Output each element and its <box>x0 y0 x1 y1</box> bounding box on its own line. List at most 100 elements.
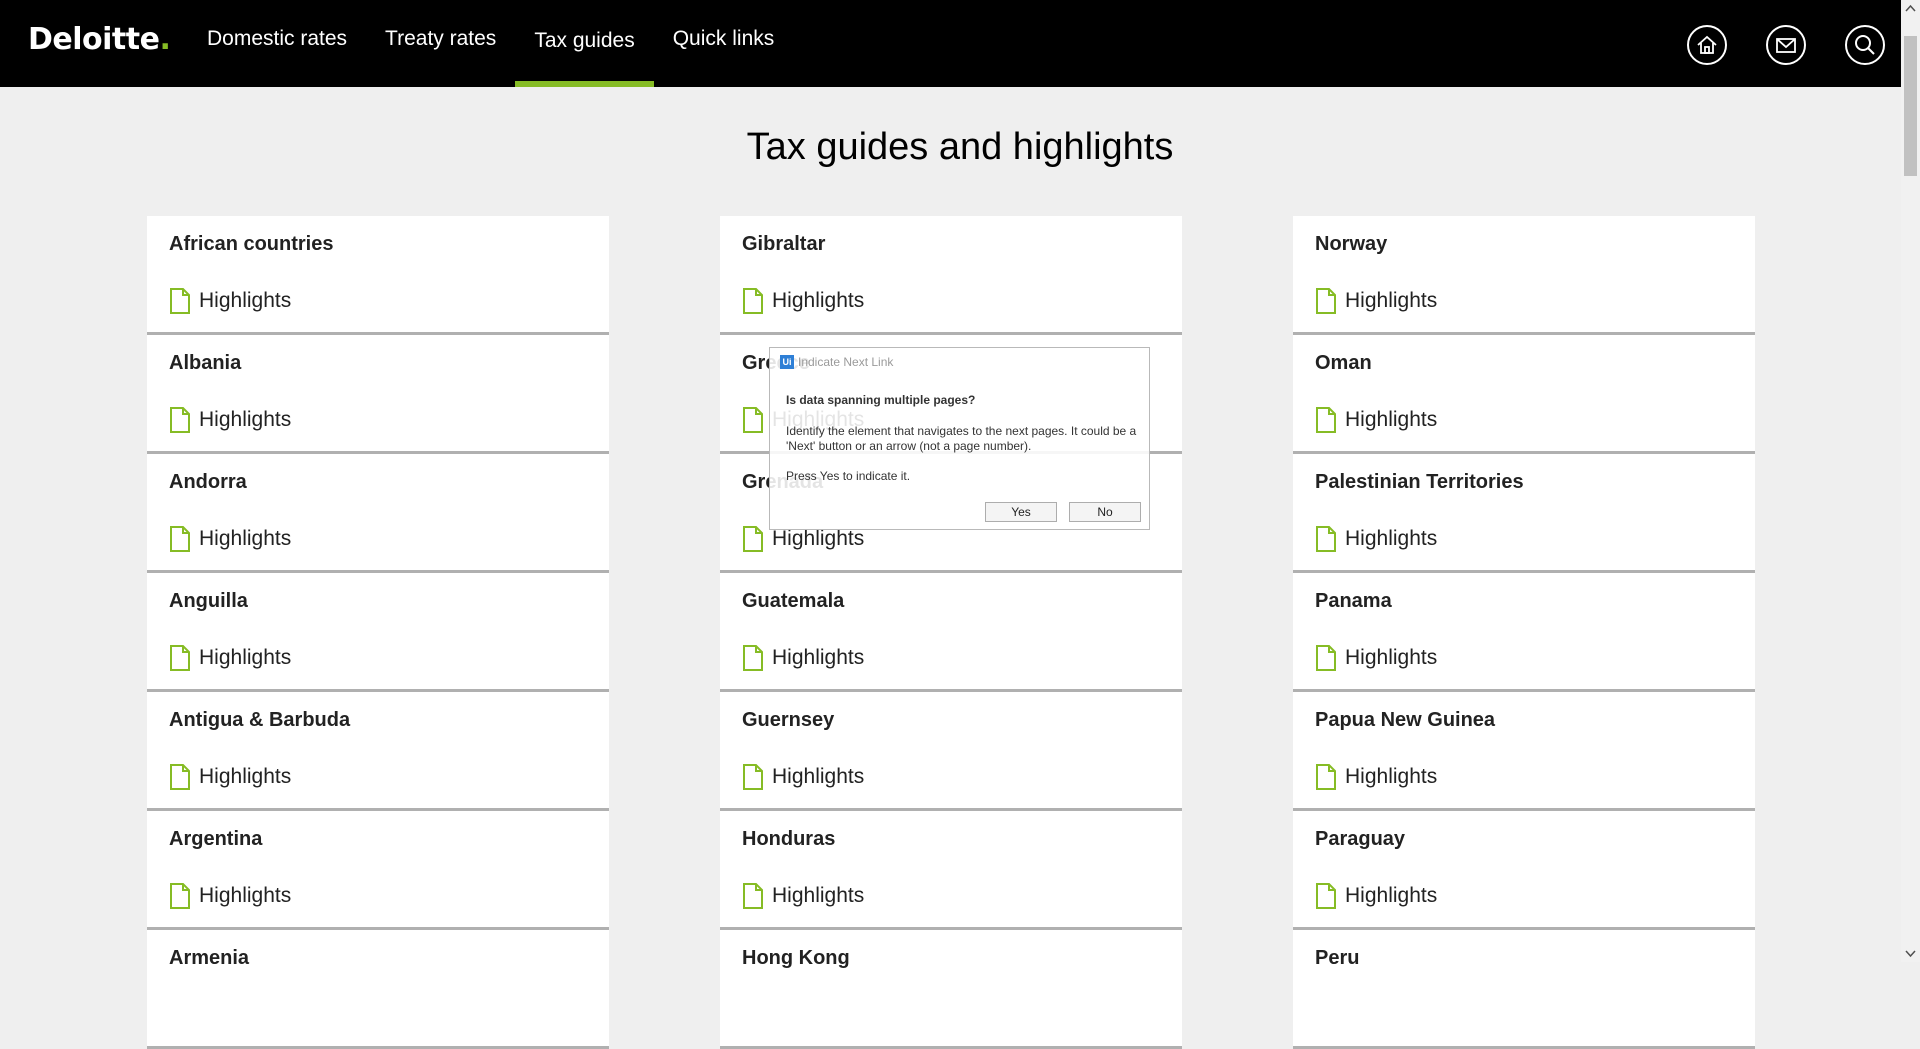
highlights-label: Highlights <box>772 527 865 550</box>
highlights-link[interactable]: Highlights <box>1315 645 1437 671</box>
country-card: Argentina Highlights <box>147 811 609 930</box>
highlights-link[interactable]: Highlights <box>169 288 291 314</box>
mail-icon[interactable] <box>1766 25 1806 65</box>
yes-button[interactable]: Yes <box>985 502 1057 522</box>
dialog-title: Indicate Next Link <box>798 355 894 369</box>
dialog-question: Is data spanning multiple pages? <box>786 393 976 407</box>
country-card: Honduras Highlights <box>720 811 1182 930</box>
scroll-up-arrow-icon[interactable] <box>1901 0 1920 17</box>
country-card: Albania Highlights <box>147 335 609 454</box>
highlights-label: Highlights <box>1345 408 1438 431</box>
country-name[interactable]: Hong Kong <box>742 947 850 970</box>
nav-domestic-rates[interactable]: Domestic rates <box>188 0 366 87</box>
country-name[interactable]: Gibraltar <box>742 233 825 256</box>
dialog-instruction: Press Yes to indicate it. <box>786 469 911 483</box>
column-2: GibraltarHighlights GreeceHighlights Gre… <box>720 216 1182 1049</box>
highlights-label: Highlights <box>772 289 865 312</box>
document-icon <box>743 407 763 433</box>
highlights-link[interactable]: Highlights <box>742 288 864 314</box>
highlights-label: Highlights <box>199 527 292 550</box>
country-card: Antigua & Barbuda Highlights <box>147 692 609 811</box>
highlights-link[interactable]: Highlights <box>742 883 864 909</box>
highlights-link[interactable]: Highlights <box>1315 883 1437 909</box>
country-name[interactable]: Antigua & Barbuda <box>169 709 350 732</box>
highlights-label: Highlights <box>199 765 292 788</box>
nav-treaty-rates[interactable]: Treaty rates <box>366 0 515 87</box>
country-name[interactable]: Armenia <box>169 947 249 970</box>
document-icon <box>1316 645 1336 671</box>
document-icon <box>1316 407 1336 433</box>
country-card: Paraguay Highlights <box>1293 811 1755 930</box>
deloitte-logo[interactable]: Deloitte. <box>28 22 171 57</box>
highlights-label: Highlights <box>1345 646 1438 669</box>
highlights-link[interactable]: Highlights <box>1315 407 1437 433</box>
country-card: Palestinian Territories Highlights <box>1293 454 1755 573</box>
country-card: Peru <box>1293 930 1755 1049</box>
highlights-label: Highlights <box>199 408 292 431</box>
country-card: African countries Highlights <box>147 216 609 335</box>
highlights-link[interactable]: Highlights <box>169 764 291 790</box>
highlights-link[interactable]: Highlights <box>1315 526 1437 552</box>
page-title: Tax guides and highlights <box>746 126 1174 168</box>
highlights-link[interactable]: Highlights <box>169 526 291 552</box>
dialog-title-bar: Ui Indicate Next Link <box>780 355 893 369</box>
search-icon[interactable] <box>1845 25 1885 65</box>
nav-tax-guides[interactable]: Tax guides <box>515 0 655 87</box>
highlights-label: Highlights <box>199 289 292 312</box>
country-card: Hong Kong <box>720 930 1182 1049</box>
country-name[interactable]: Paraguay <box>1315 828 1405 851</box>
highlights-link[interactable]: Highlights <box>742 645 864 671</box>
country-card: Andorra Highlights <box>147 454 609 573</box>
country-name[interactable]: Papua New Guinea <box>1315 709 1495 732</box>
country-card: Panama Highlights <box>1293 573 1755 692</box>
highlights-link[interactable]: Highlights <box>169 883 291 909</box>
country-name[interactable]: Guatemala <box>742 590 844 613</box>
country-name[interactable]: Oman <box>1315 352 1372 375</box>
column-1: African countries Highlights Albania Highl… <box>147 216 609 1049</box>
country-card: Armenia <box>147 930 609 1049</box>
highlights-label: Highlights <box>772 646 865 669</box>
home-icon[interactable] <box>1687 25 1727 65</box>
highlights-link[interactable]: Highlights <box>742 764 864 790</box>
country-name[interactable]: Panama <box>1315 590 1392 613</box>
document-icon <box>1316 883 1336 909</box>
highlights-link[interactable]: Highlights <box>169 645 291 671</box>
highlights-link[interactable]: Highlights <box>1315 764 1437 790</box>
country-name[interactable]: Albania <box>169 352 241 375</box>
country-card: Oman Highlights <box>1293 335 1755 454</box>
no-button[interactable]: No <box>1069 502 1141 522</box>
indicate-next-link-dialog: Ui Indicate Next Link Is data spanning m… <box>769 347 1150 530</box>
country-name[interactable]: Andorra <box>169 471 247 494</box>
country-card: Anguilla Highlights <box>147 573 609 692</box>
highlights-label: Highlights <box>772 884 865 907</box>
document-icon <box>1316 764 1336 790</box>
document-icon <box>1316 526 1336 552</box>
highlights-label: Highlights <box>199 646 292 669</box>
country-name[interactable]: Peru <box>1315 947 1359 970</box>
document-icon <box>170 407 190 433</box>
highlights-link[interactable]: Highlights <box>169 407 291 433</box>
country-name[interactable]: Palestinian Territories <box>1315 471 1524 494</box>
main-nav: Domestic rates Treaty rates Tax guides Q… <box>188 0 793 87</box>
country-name[interactable]: Guernsey <box>742 709 834 732</box>
country-name[interactable]: Norway <box>1315 233 1387 256</box>
nav-quick-links[interactable]: Quick links <box>654 0 794 87</box>
highlights-link[interactable]: Highlights <box>1315 288 1437 314</box>
document-icon <box>1316 288 1336 314</box>
logo-text: Deloitte <box>28 22 160 57</box>
country-name[interactable]: African countries <box>169 233 333 256</box>
document-icon <box>743 764 763 790</box>
country-card: Guatemala Highlights <box>720 573 1182 692</box>
scroll-down-arrow-icon[interactable] <box>1901 945 1920 962</box>
highlights-label: Highlights <box>1345 289 1438 312</box>
document-icon <box>170 764 190 790</box>
logo-dot: . <box>159 22 171 57</box>
country-name[interactable]: Anguilla <box>169 590 248 613</box>
document-icon <box>170 526 190 552</box>
highlights-label: Highlights <box>1345 765 1438 788</box>
country-name[interactable]: Honduras <box>742 828 835 851</box>
uipath-logo-icon: Ui <box>780 355 794 369</box>
country-name[interactable]: Argentina <box>169 828 262 851</box>
highlights-label: Highlights <box>772 765 865 788</box>
highlights-label: Highlights <box>199 884 292 907</box>
